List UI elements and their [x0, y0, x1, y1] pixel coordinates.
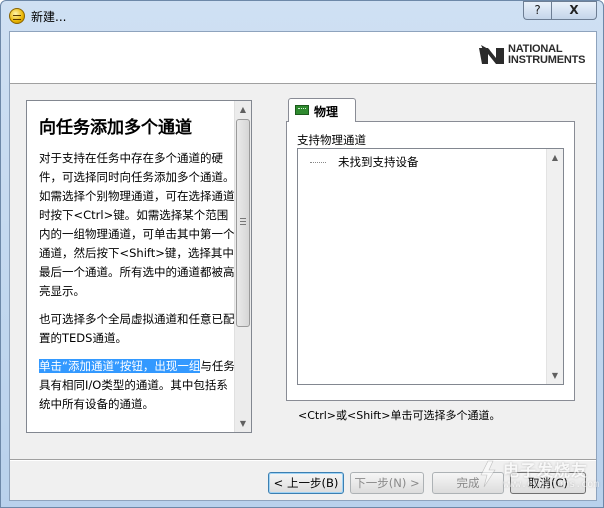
scroll-up-arrow-icon[interactable]: ▲	[235, 101, 251, 118]
labview-app-icon	[9, 8, 25, 24]
channel-tree[interactable]: 未找到支持设备 ▲ ▼	[297, 148, 564, 385]
ni-eagle-icon	[479, 45, 504, 64]
tree-item-label: 未找到支持设备	[338, 155, 419, 169]
wizard-window: 新建... ? X NATIONAL INSTRUMENTS 向任务添加多个通道…	[0, 0, 604, 508]
scroll-grip-icon	[240, 218, 246, 225]
tab-physical[interactable]: 物理	[288, 98, 356, 122]
tab-physical-label: 物理	[314, 105, 339, 119]
next-button[interactable]: 下一步(N) >	[350, 472, 424, 494]
tree-scroll-up-arrow-icon[interactable]: ▲	[547, 149, 563, 166]
physical-tab-pane: 支持物理通道 未找到支持设备 ▲ ▼	[286, 121, 575, 401]
tree-scrollbar[interactable]: ▲ ▼	[546, 149, 563, 384]
device-board-icon	[295, 105, 309, 115]
ni-logo: NATIONAL INSTRUMENTS	[478, 42, 593, 72]
tree-connector-icon	[310, 162, 326, 163]
help-content: 向任务添加多个通道 对于支持在任务中存在多个通道的硬件，可选择同时向任务添加多个…	[39, 117, 235, 423]
wizard-client-area: NATIONAL INSTRUMENTS 向任务添加多个通道 对于支持在任务中存…	[9, 31, 597, 501]
watermark-logo-icon	[480, 460, 496, 488]
close-button[interactable]: X	[551, 1, 597, 20]
watermark: 电子发烧友 www.elecfans.com	[473, 453, 599, 499]
help-panel[interactable]: 向任务添加多个通道 对于支持在任务中存在多个通道的硬件，可选择同时向任务添加多个…	[26, 100, 252, 433]
back-button[interactable]: < 上一步(B)	[268, 472, 344, 494]
help-paragraph-3: 单击“添加通道”按钮，出现一组与任务具有相同I/O类型的通道。其中包括系统中所有…	[39, 357, 235, 414]
logo-line2: INSTRUMENTS	[508, 54, 586, 66]
selected-text[interactable]: 单击“添加通道”按钮，出现一组	[39, 359, 201, 373]
help-heading: 向任务添加多个通道	[39, 118, 192, 138]
watermark-url: www.elecfans.com	[503, 479, 600, 490]
title-bar[interactable]: 新建... ? X	[1, 1, 603, 31]
help-paragraph-2: 也可选择多个全局虚拟通道和任意已配置的TEDS通道。	[39, 312, 235, 345]
header-banner: NATIONAL INSTRUMENTS	[10, 32, 596, 84]
tree-item-no-device[interactable]: 未找到支持设备	[310, 154, 419, 170]
help-paragraph-1: 对于支持在任务中存在多个通道的硬件，可选择同时向任务添加多个通道。如需选择个别物…	[39, 151, 235, 298]
scroll-thumb[interactable]	[236, 119, 250, 327]
channel-group-label: 支持物理通道	[297, 133, 366, 147]
tree-scroll-down-arrow-icon[interactable]: ▼	[547, 367, 563, 384]
watermark-text: 电子发烧友	[503, 461, 589, 480]
scroll-down-arrow-icon[interactable]: ▼	[235, 415, 251, 432]
window-title: 新建...	[31, 10, 67, 24]
multi-select-hint: <Ctrl>或<Shift>单击可选择多个通道。	[298, 409, 501, 422]
help-button[interactable]: ?	[523, 1, 551, 20]
help-scrollbar[interactable]: ▲ ▼	[234, 101, 251, 432]
